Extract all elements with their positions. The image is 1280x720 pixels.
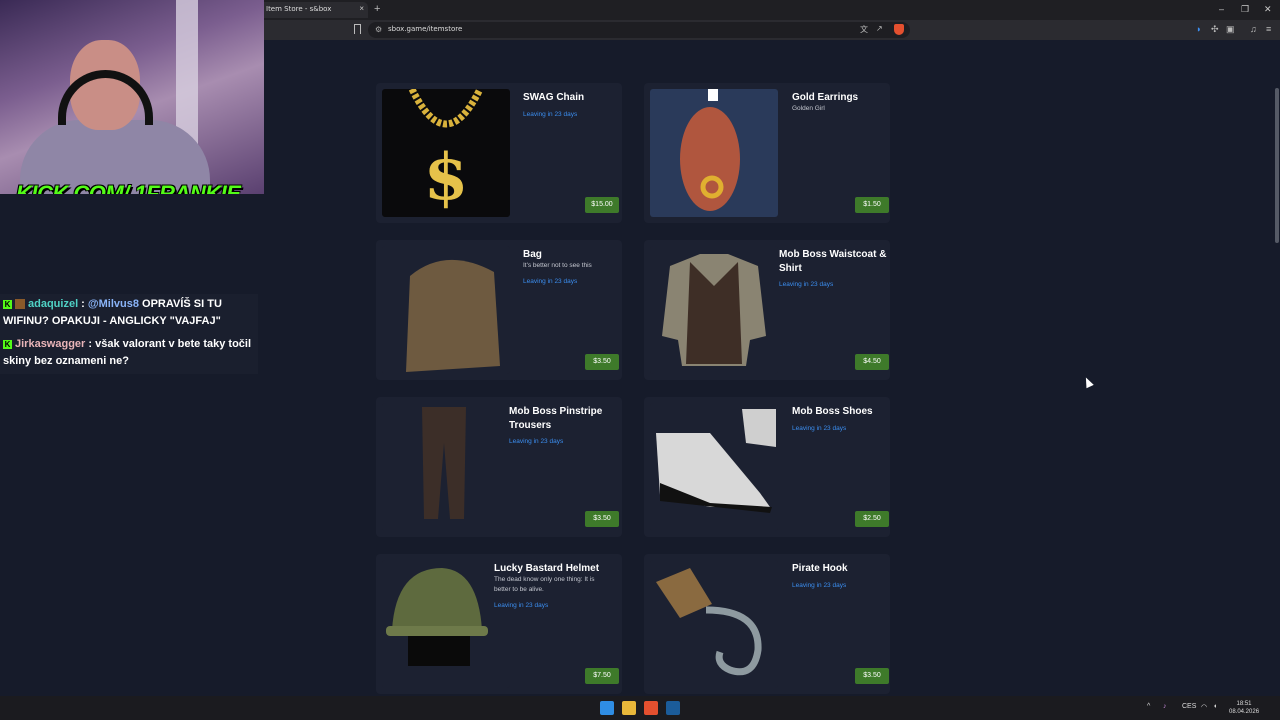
- item-card[interactable]: Pirate Hook Leaving in 23 days $3.50: [644, 554, 890, 694]
- windows-taskbar: ^ ♪ CES ◠ ◖ 18:51 08.04.2026: [0, 696, 1280, 720]
- chat-username: Jirkaswagger: [15, 338, 86, 350]
- microphone-icon[interactable]: ♪: [1163, 703, 1167, 710]
- svg-text:$: $: [424, 140, 469, 215]
- kick-icon: K: [3, 339, 12, 349]
- share-icon[interactable]: ↗: [876, 24, 883, 33]
- tab-close-icon[interactable]: ×: [359, 4, 364, 13]
- minimize-icon[interactable]: –: [1219, 4, 1224, 14]
- helmet-image: [382, 560, 510, 688]
- item-name: Mob Boss Waistcoat & Shirt: [779, 249, 887, 274]
- language-indicator[interactable]: CES: [1182, 703, 1196, 710]
- page-scrollbar[interactable]: [1275, 88, 1279, 243]
- media-icon[interactable]: ♫: [1250, 24, 1257, 34]
- address-bar[interactable]: ⚙ sbox.game/itemstore 文 ↗: [368, 22, 910, 38]
- item-description: It's better not to see this: [523, 262, 592, 269]
- maximize-icon[interactable]: ❐: [1241, 4, 1249, 15]
- chat-username: adaquizel: [28, 298, 79, 310]
- brave-shield-icon[interactable]: [894, 24, 904, 35]
- chat-message: Kadaquizel : @Milvus8 OPRAVÍŠ SI TU WIFI…: [3, 296, 259, 330]
- site-info-icon[interactable]: ⚙: [375, 25, 382, 34]
- waistcoat-image: [650, 246, 778, 374]
- extensions-icon[interactable]: ✣: [1211, 24, 1219, 35]
- item-leaving: Leaving in 23 days: [494, 602, 549, 609]
- file-explorer-icon[interactable]: [622, 701, 636, 715]
- item-leaving: Leaving in 23 days: [523, 111, 578, 118]
- brave-browser-icon[interactable]: [644, 701, 658, 715]
- item-leaving: Leaving in 23 days: [792, 425, 847, 432]
- translate-icon[interactable]: 文: [860, 24, 868, 35]
- bag-image: [382, 246, 510, 374]
- item-name: Gold Earrings: [792, 92, 859, 103]
- item-description: The dead know only one thing: It is bett…: [494, 576, 595, 593]
- item-name: Pirate Hook: [792, 563, 848, 574]
- system-clock[interactable]: 18:51 08.04.2026: [1229, 700, 1259, 716]
- item-card[interactable]: Bag It's better not to see this Leaving …: [376, 240, 622, 380]
- item-card[interactable]: Mob Boss Pinstripe Trousers Leaving in 2…: [376, 397, 622, 537]
- speech-icon[interactable]: ◗: [1196, 24, 1201, 34]
- swag-chain-image: $: [382, 89, 510, 217]
- url-text[interactable]: sbox.game/itemstore: [388, 25, 462, 33]
- chat-overlay: Kadaquizel : @Milvus8 OPRAVÍŠ SI TU WIFI…: [0, 294, 258, 374]
- item-card[interactable]: Mob Boss Waistcoat & Shirt Leaving in 23…: [644, 240, 890, 380]
- chat-separator: :: [78, 298, 88, 310]
- item-leaving: Leaving in 23 days: [779, 281, 834, 288]
- price-button[interactable]: $2.50: [855, 511, 889, 527]
- tray-chevron-icon[interactable]: ^: [1147, 703, 1150, 710]
- webcam-overlay: KICK.COM/ 1FRANKIE: [0, 0, 264, 194]
- item-name: SWAG Chain: [523, 92, 585, 103]
- trousers-image: [382, 403, 510, 531]
- chat-separator: :: [85, 338, 96, 350]
- item-name: Mob Boss Pinstripe Trousers: [509, 406, 603, 431]
- bookmark-icon[interactable]: [354, 24, 361, 34]
- item-card[interactable]: Mob Boss Shoes Leaving in 23 days $2.50: [644, 397, 890, 537]
- price-button[interactable]: $7.50: [585, 668, 619, 684]
- menu-icon[interactable]: ≡: [1266, 24, 1271, 34]
- price-button[interactable]: $4.50: [855, 354, 889, 370]
- volume-icon[interactable]: ◖: [1213, 703, 1217, 710]
- gold-earrings-image: [650, 89, 778, 217]
- mouse-cursor-icon: [1082, 375, 1094, 389]
- price-button[interactable]: $3.50: [855, 668, 889, 684]
- price-button[interactable]: $3.50: [585, 511, 619, 527]
- browser-tab[interactable]: Item Store - s&box ×: [258, 2, 368, 18]
- chat-mention: @Milvus8: [87, 298, 139, 310]
- item-name: Lucky Bastard Helmet: [494, 563, 600, 574]
- clock-date: 08.04.2026: [1229, 709, 1260, 715]
- kick-channel-label: KICK.COM/ 1FRANKIE: [16, 181, 241, 194]
- tab-title: Item Store - s&box: [266, 5, 332, 13]
- steam-icon[interactable]: [666, 701, 680, 715]
- item-card[interactable]: Lucky Bastard Helmet The dead know only …: [376, 554, 622, 694]
- sidebar-icon[interactable]: ▣: [1226, 24, 1235, 35]
- chat-message: K Jirkaswagger : však valorant v bete tak…: [3, 336, 259, 370]
- item-card[interactable]: $ SWAG Chain Leaving in 23 days $15.00: [376, 83, 622, 223]
- kick-icon: K: [3, 299, 12, 309]
- item-description: Golden Girl: [792, 105, 825, 112]
- item-leaving: Leaving in 23 days: [509, 438, 564, 445]
- price-button[interactable]: $1.50: [855, 197, 889, 213]
- item-card[interactable]: Gold Earrings Golden Girl $1.50: [644, 83, 890, 223]
- item-leaving: Leaving in 23 days: [792, 582, 847, 589]
- price-button[interactable]: $3.50: [585, 354, 619, 370]
- close-window-icon[interactable]: ✕: [1264, 4, 1272, 15]
- item-name: Mob Boss Shoes: [792, 406, 873, 417]
- shoes-image: [650, 403, 778, 531]
- price-button[interactable]: $15.00: [585, 197, 619, 213]
- item-leaving: Leaving in 23 days: [523, 278, 578, 285]
- item-name: Bag: [523, 249, 542, 260]
- wifi-icon[interactable]: ◠: [1201, 703, 1207, 711]
- clock-time: 18:51: [1236, 701, 1252, 707]
- start-menu-icon[interactable]: [600, 701, 614, 715]
- new-tab-button[interactable]: +: [374, 3, 380, 15]
- subscriber-badge-icon: [15, 299, 25, 310]
- pirate-hook-image: [650, 560, 778, 688]
